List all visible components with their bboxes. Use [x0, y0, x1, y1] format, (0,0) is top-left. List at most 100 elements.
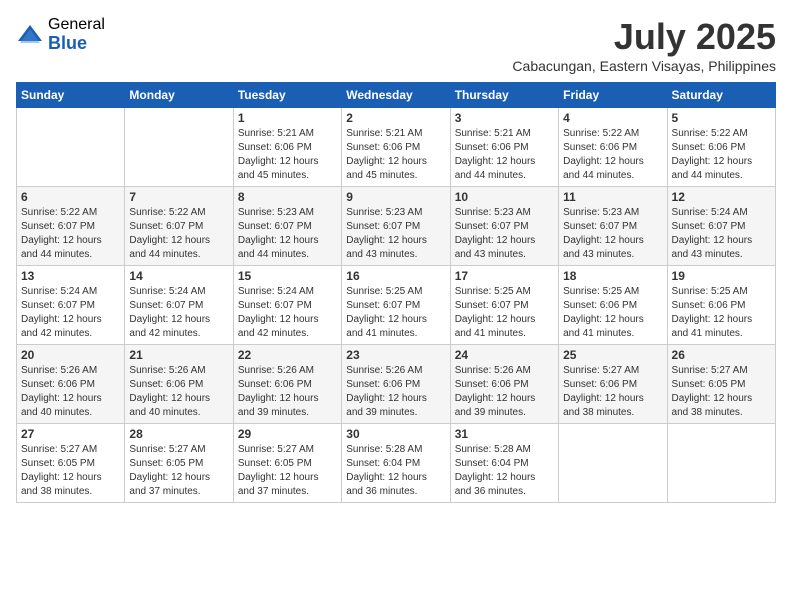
- page-header: General Blue July 2025 Cabacungan, Easte…: [16, 16, 776, 74]
- logo: General Blue: [16, 16, 105, 53]
- calendar-cell: [17, 108, 125, 187]
- day-number: 2: [346, 111, 445, 125]
- day-info: Sunrise: 5:23 AM Sunset: 6:07 PM Dayligh…: [238, 206, 337, 262]
- weekday-header: Thursday: [450, 83, 558, 108]
- calendar-week-row: 20 Sunrise: 5:26 AM Sunset: 6:06 PM Dayli…: [17, 345, 776, 424]
- day-number: 5: [672, 111, 771, 125]
- calendar-cell: 10Sunrise: 5:23 AM Sunset: 6:07 PM Dayli…: [450, 187, 558, 266]
- calendar-table: SundayMondayTuesdayWednesdayThursdayFrid…: [16, 82, 776, 503]
- day-info: Sunrise: 5:21 AM Sunset: 6:06 PM Dayligh…: [455, 127, 554, 183]
- calendar-cell: 12Sunrise: 5:24 AM Sunset: 6:07 PM Dayli…: [667, 187, 775, 266]
- calendar-cell: 5 Sunrise: 5:22 AM Sunset: 6:06 PM Daylig…: [667, 108, 775, 187]
- calendar-cell: 31Sunrise: 5:28 AM Sunset: 6:04 PM Dayli…: [450, 424, 558, 503]
- day-number: 28: [129, 427, 228, 441]
- calendar-cell: 7Sunrise: 5:22 AM Sunset: 6:07 PM Daylig…: [125, 187, 233, 266]
- day-number: 8: [238, 190, 337, 204]
- day-info: Sunrise: 5:26 AM Sunset: 6:06 PM Dayligh…: [346, 364, 445, 420]
- calendar-cell: [559, 424, 667, 503]
- logo-blue: Blue: [48, 34, 105, 54]
- weekday-header: Monday: [125, 83, 233, 108]
- day-number: 11: [563, 190, 662, 204]
- calendar-cell: 25 Sunrise: 5:27 AM Sunset: 6:06 PM Dayli…: [559, 345, 667, 424]
- day-info: Sunrise: 5:23 AM Sunset: 6:07 PM Dayligh…: [563, 206, 662, 262]
- day-number: 6: [21, 190, 120, 204]
- day-number: 29: [238, 427, 337, 441]
- day-info: Sunrise: 5:22 AM Sunset: 6:07 PM Dayligh…: [21, 206, 120, 262]
- day-info: Sunrise: 5:24 AM Sunset: 6:07 PM Dayligh…: [238, 285, 337, 341]
- day-number: 23: [346, 348, 445, 362]
- day-info: Sunrise: 5:26 AM Sunset: 6:06 PM Dayligh…: [238, 364, 337, 420]
- calendar-cell: 23 Sunrise: 5:26 AM Sunset: 6:06 PM Dayli…: [342, 345, 450, 424]
- calendar-cell: 14Sunrise: 5:24 AM Sunset: 6:07 PM Dayli…: [125, 266, 233, 345]
- calendar-cell: 21 Sunrise: 5:26 AM Sunset: 6:06 PM Dayli…: [125, 345, 233, 424]
- day-number: 17: [455, 269, 554, 283]
- logo-text: General Blue: [48, 16, 105, 53]
- calendar-cell: [125, 108, 233, 187]
- title-block: July 2025 Cabacungan, Eastern Visayas, P…: [512, 16, 776, 74]
- day-info: Sunrise: 5:27 AM Sunset: 6:05 PM Dayligh…: [672, 364, 771, 420]
- calendar-cell: 20Sunrise: 5:26 AM Sunset: 6:06 PM Dayli…: [17, 345, 125, 424]
- calendar-cell: 15 Sunrise: 5:24 AM Sunset: 6:07 PM Dayli…: [233, 266, 341, 345]
- weekday-header: Tuesday: [233, 83, 341, 108]
- day-info: Sunrise: 5:25 AM Sunset: 6:07 PM Dayligh…: [455, 285, 554, 341]
- calendar-cell: 18 Sunrise: 5:25 AM Sunset: 6:06 PM Dayli…: [559, 266, 667, 345]
- calendar-cell: 19 Sunrise: 5:25 AM Sunset: 6:06 PM Dayli…: [667, 266, 775, 345]
- calendar-cell: 28 Sunrise: 5:27 AM Sunset: 6:05 PM Dayli…: [125, 424, 233, 503]
- day-info: Sunrise: 5:23 AM Sunset: 6:07 PM Dayligh…: [346, 206, 445, 262]
- day-info: Sunrise: 5:28 AM Sunset: 6:04 PM Dayligh…: [455, 443, 554, 499]
- calendar-cell: 26 Sunrise: 5:27 AM Sunset: 6:05 PM Dayli…: [667, 345, 775, 424]
- day-number: 16: [346, 269, 445, 283]
- month-year: July 2025: [512, 16, 776, 58]
- day-info: Sunrise: 5:21 AM Sunset: 6:06 PM Dayligh…: [238, 127, 337, 183]
- calendar-cell: 13Sunrise: 5:24 AM Sunset: 6:07 PM Dayli…: [17, 266, 125, 345]
- day-info: Sunrise: 5:24 AM Sunset: 6:07 PM Dayligh…: [21, 285, 120, 341]
- day-info: Sunrise: 5:26 AM Sunset: 6:06 PM Dayligh…: [129, 364, 228, 420]
- weekday-header: Wednesday: [342, 83, 450, 108]
- calendar-cell: [667, 424, 775, 503]
- day-number: 27: [21, 427, 120, 441]
- weekday-header: Sunday: [17, 83, 125, 108]
- day-info: Sunrise: 5:25 AM Sunset: 6:06 PM Dayligh…: [672, 285, 771, 341]
- day-info: Sunrise: 5:21 AM Sunset: 6:06 PM Dayligh…: [346, 127, 445, 183]
- calendar-cell: 1 Sunrise: 5:21 AM Sunset: 6:06 PM Daylig…: [233, 108, 341, 187]
- day-info: Sunrise: 5:25 AM Sunset: 6:06 PM Dayligh…: [563, 285, 662, 341]
- day-info: Sunrise: 5:27 AM Sunset: 6:05 PM Dayligh…: [238, 443, 337, 499]
- calendar-cell: 24Sunrise: 5:26 AM Sunset: 6:06 PM Dayli…: [450, 345, 558, 424]
- weekday-header: Friday: [559, 83, 667, 108]
- day-number: 15: [238, 269, 337, 283]
- day-number: 26: [672, 348, 771, 362]
- location: Cabacungan, Eastern Visayas, Philippines: [512, 58, 776, 74]
- day-info: Sunrise: 5:24 AM Sunset: 6:07 PM Dayligh…: [129, 285, 228, 341]
- calendar-cell: 30 Sunrise: 5:28 AM Sunset: 6:04 PM Dayli…: [342, 424, 450, 503]
- weekday-header-row: SundayMondayTuesdayWednesdayThursdayFrid…: [17, 83, 776, 108]
- calendar-cell: 11 Sunrise: 5:23 AM Sunset: 6:07 PM Dayli…: [559, 187, 667, 266]
- calendar-cell: 22 Sunrise: 5:26 AM Sunset: 6:06 PM Dayli…: [233, 345, 341, 424]
- day-number: 20: [21, 348, 120, 362]
- day-number: 19: [672, 269, 771, 283]
- day-number: 10: [455, 190, 554, 204]
- day-info: Sunrise: 5:27 AM Sunset: 6:05 PM Dayligh…: [21, 443, 120, 499]
- calendar-week-row: 1 Sunrise: 5:21 AM Sunset: 6:06 PM Daylig…: [17, 108, 776, 187]
- day-info: Sunrise: 5:27 AM Sunset: 6:05 PM Dayligh…: [129, 443, 228, 499]
- day-info: Sunrise: 5:22 AM Sunset: 6:07 PM Dayligh…: [129, 206, 228, 262]
- day-info: Sunrise: 5:26 AM Sunset: 6:06 PM Dayligh…: [455, 364, 554, 420]
- day-number: 22: [238, 348, 337, 362]
- day-number: 21: [129, 348, 228, 362]
- day-number: 9: [346, 190, 445, 204]
- calendar-cell: 4Sunrise: 5:22 AM Sunset: 6:06 PM Daylig…: [559, 108, 667, 187]
- day-number: 3: [455, 111, 554, 125]
- day-info: Sunrise: 5:27 AM Sunset: 6:06 PM Dayligh…: [563, 364, 662, 420]
- calendar-cell: 27 Sunrise: 5:27 AM Sunset: 6:05 PM Dayli…: [17, 424, 125, 503]
- calendar-week-row: 27 Sunrise: 5:27 AM Sunset: 6:05 PM Dayli…: [17, 424, 776, 503]
- day-number: 25: [563, 348, 662, 362]
- day-info: Sunrise: 5:22 AM Sunset: 6:06 PM Dayligh…: [672, 127, 771, 183]
- day-info: Sunrise: 5:25 AM Sunset: 6:07 PM Dayligh…: [346, 285, 445, 341]
- day-number: 1: [238, 111, 337, 125]
- day-info: Sunrise: 5:28 AM Sunset: 6:04 PM Dayligh…: [346, 443, 445, 499]
- calendar-week-row: 6 Sunrise: 5:22 AM Sunset: 6:07 PM Daylig…: [17, 187, 776, 266]
- day-number: 30: [346, 427, 445, 441]
- weekday-header: Saturday: [667, 83, 775, 108]
- day-number: 18: [563, 269, 662, 283]
- calendar-cell: 16 Sunrise: 5:25 AM Sunset: 6:07 PM Dayli…: [342, 266, 450, 345]
- logo-icon: [16, 21, 44, 49]
